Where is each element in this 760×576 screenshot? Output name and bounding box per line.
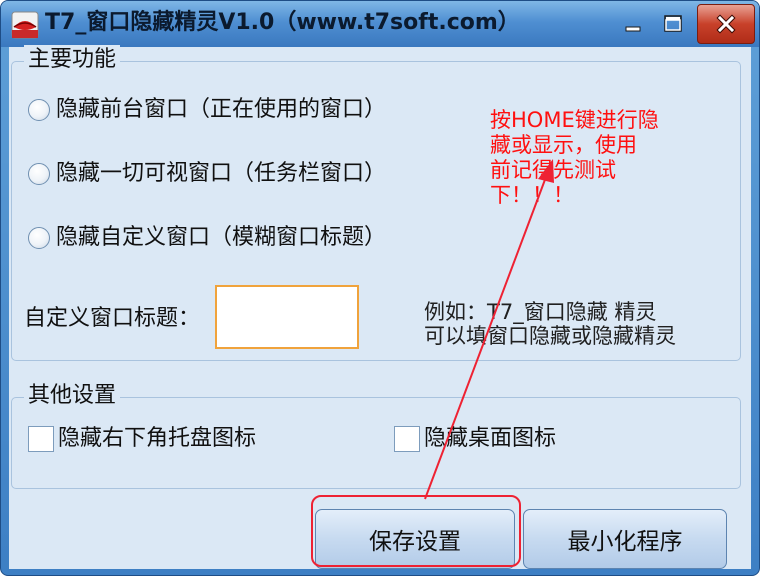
- hint-line-1: 按HOME键进行隐: [490, 108, 659, 132]
- app-window: T7_窗口隐藏精灵V1.0（www.t7soft.com） 主要功能 隐藏前台窗…: [0, 0, 760, 576]
- other-settings-legend: 其他设置: [24, 381, 121, 411]
- hint-line-4: 下！！！: [490, 183, 574, 207]
- window-title: T7_窗口隐藏精灵V1.0（www.t7soft.com）: [45, 10, 520, 35]
- radio-button[interactable]: [28, 227, 50, 249]
- radio-label: 隐藏前台窗口（正在使用的窗口）: [56, 97, 387, 122]
- main-functions-legend: 主要功能: [24, 45, 121, 75]
- checkbox[interactable]: [28, 426, 54, 452]
- radio-button[interactable]: [28, 99, 50, 121]
- example-line-1: 例如：T7_窗口隐藏 精灵: [424, 300, 657, 324]
- close-icon: [716, 14, 736, 34]
- checkbox-label: 隐藏右下角托盘图标: [58, 426, 257, 451]
- custom-title-label: 自定义窗口标题：: [24, 306, 201, 331]
- minimize-program-button[interactable]: 最小化程序: [523, 509, 727, 569]
- main-functions-group: 主要功能 隐藏前台窗口（正在使用的窗口） 隐藏一切可视窗口（任务栏窗口） 隐藏自…: [11, 45, 741, 361]
- checkbox-hide-desktop-icons[interactable]: 隐藏桌面图标: [394, 424, 556, 454]
- custom-title-input[interactable]: [215, 285, 359, 349]
- save-settings-button[interactable]: 保存设置: [315, 509, 515, 569]
- maximize-icon: [664, 15, 682, 32]
- checkbox-hide-tray-icon[interactable]: 隐藏右下角托盘图标: [28, 424, 256, 454]
- radio-hide-custom[interactable]: 隐藏自定义窗口（模糊窗口标题）: [28, 223, 386, 253]
- maximize-window-button[interactable]: [651, 4, 695, 44]
- radio-button[interactable]: [28, 163, 50, 185]
- radio-hide-foreground[interactable]: 隐藏前台窗口（正在使用的窗口）: [28, 95, 386, 125]
- minimize-icon: [625, 26, 641, 32]
- example-text: 例如：T7_窗口隐藏 精灵 可以填窗口隐藏或隐藏精灵: [424, 300, 724, 348]
- hint-line-3: 前记得先测试: [490, 158, 616, 182]
- other-settings-group: 其他设置 隐藏右下角托盘图标 隐藏桌面图标: [11, 381, 741, 489]
- close-window-button[interactable]: [697, 4, 755, 44]
- app-eye-icon: [11, 11, 39, 39]
- client-area: 主要功能 隐藏前台窗口（正在使用的窗口） 隐藏一切可视窗口（任务栏窗口） 隐藏自…: [9, 45, 751, 569]
- example-line-2: 可以填窗口隐藏或隐藏精灵: [424, 324, 676, 348]
- checkbox[interactable]: [394, 426, 420, 452]
- radio-label: 隐藏一切可视窗口（任务栏窗口）: [56, 161, 387, 186]
- radio-hide-all-visible[interactable]: 隐藏一切可视窗口（任务栏窗口）: [28, 159, 386, 189]
- title-bar[interactable]: T7_窗口隐藏精灵V1.0（www.t7soft.com）: [1, 1, 759, 47]
- radio-label: 隐藏自定义窗口（模糊窗口标题）: [56, 225, 387, 250]
- home-key-hint: 按HOME键进行隐 藏或显示，使用 前记得先测试 下！！！: [490, 108, 670, 208]
- hint-line-2: 藏或显示，使用: [490, 133, 637, 157]
- minimize-window-button[interactable]: [611, 4, 655, 44]
- checkbox-label: 隐藏桌面图标: [424, 426, 557, 451]
